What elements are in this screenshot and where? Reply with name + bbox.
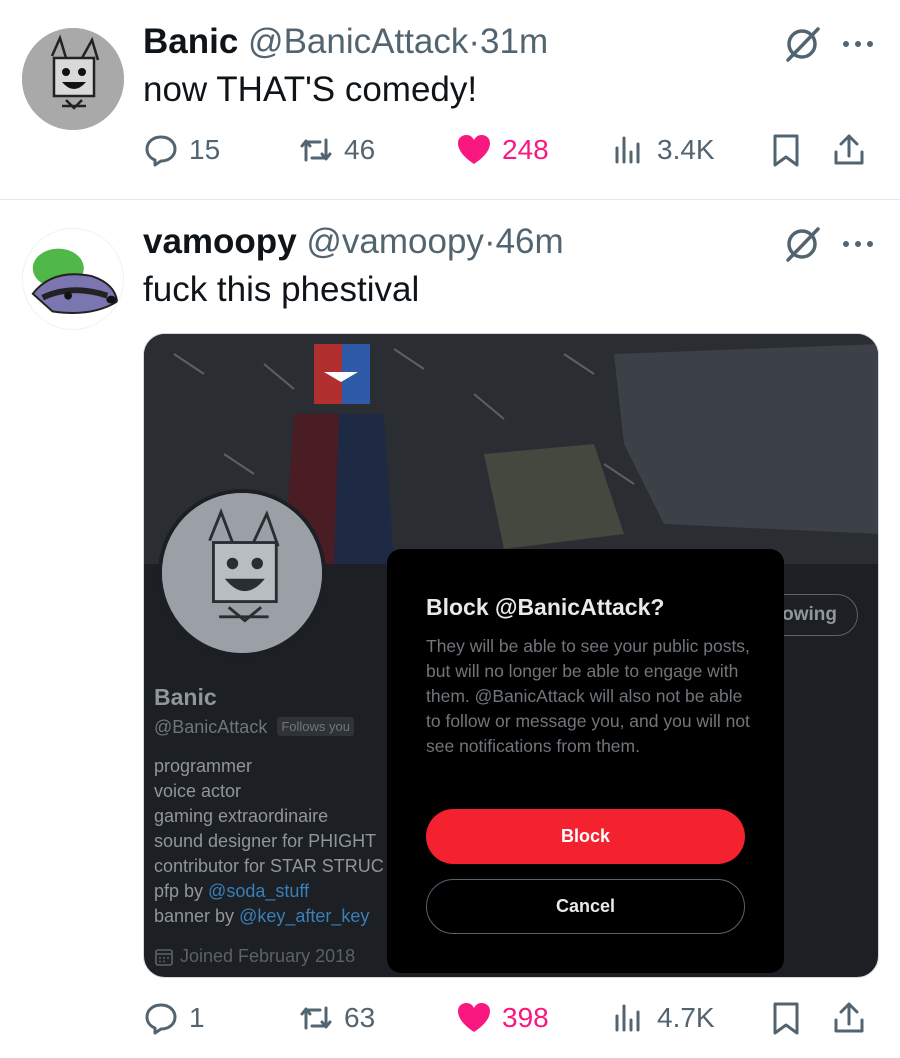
cancel-button: Cancel [426, 879, 745, 934]
views-count: 4.7K [657, 1002, 715, 1033]
profile-handle: @BanicAttack Follows you [154, 717, 354, 738]
block-dialog: Block @BanicAttack? They will be able to… [387, 549, 784, 973]
more-icon[interactable] [838, 234, 878, 254]
user-handle[interactable]: @vamoopy [306, 222, 484, 261]
joined-date: Joined February 2018 [154, 946, 355, 967]
banner-credit-link: @key_after_key [239, 906, 370, 926]
profile-handle-text: @BanicAttack [154, 717, 268, 737]
separator-dot: · [483, 222, 496, 261]
bio-line: sound designer for PHIGHT [154, 831, 377, 851]
attached-image[interactable]: Banic @BanicAttack Follows you programme… [143, 333, 879, 978]
avatar-drawing [23, 229, 123, 329]
bookmark-button[interactable] [768, 996, 804, 1040]
repost-icon [300, 1006, 332, 1030]
profile-picture-drawing [162, 493, 322, 653]
repost-count: 63 [344, 1002, 376, 1033]
bio-line: pfp by @soda_stuff [154, 879, 394, 904]
bio-line: contributor for STAR STRUC [154, 856, 384, 876]
block-button: Block [426, 809, 745, 864]
heart-icon [458, 1003, 490, 1032]
bio-text: banner by [154, 906, 240, 926]
share-icon [834, 1002, 864, 1033]
bio-line: programmer [154, 756, 253, 776]
profile-picture [158, 489, 326, 657]
reply-count: 1 [189, 1002, 205, 1033]
bio-line: banner by @key_after_key [154, 904, 394, 929]
display-name[interactable]: vamoopy [143, 222, 297, 261]
bio-text: pfp by [154, 881, 209, 901]
bookmark-icon [773, 1002, 799, 1035]
dialog-title: Block @BanicAttack? [426, 594, 665, 620]
like-count: 398 [502, 1002, 549, 1033]
bio-line: voice actor [154, 781, 242, 801]
like-button[interactable]: 398 [456, 996, 549, 1040]
share-button[interactable] [831, 996, 867, 1040]
views-icon [615, 1004, 640, 1032]
repost-button[interactable]: 63 [298, 996, 375, 1040]
joined-text: Joined February 2018 [180, 946, 356, 966]
bio-line: gaming extraordinaire [154, 806, 329, 826]
grok-icon[interactable] [782, 224, 822, 264]
action-bar: 1 63 398 4.7K [143, 996, 883, 1040]
profile-name: Banic [154, 684, 217, 710]
reply-icon [145, 1003, 177, 1035]
views-button[interactable]: 4.7K [611, 996, 715, 1040]
calendar-icon [155, 948, 173, 966]
tweet-header: vamoopy @vamoopy·46m [143, 222, 564, 262]
pfp-credit-link: @soda_stuff [208, 881, 310, 901]
reply-button[interactable]: 1 [143, 996, 205, 1040]
tweet[interactable]: vamoopy @vamoopy·46m fuck this phestival [0, 0, 900, 1058]
tweet-text: fuck this phestival [143, 270, 420, 309]
profile-bio: programmer voice actor gaming extraordin… [154, 754, 394, 929]
timestamp[interactable]: 46m [496, 222, 564, 261]
dialog-body: They will be able to see your public pos… [426, 636, 750, 756]
follows-you-badge: Follows you [277, 717, 354, 736]
avatar[interactable] [22, 228, 124, 330]
